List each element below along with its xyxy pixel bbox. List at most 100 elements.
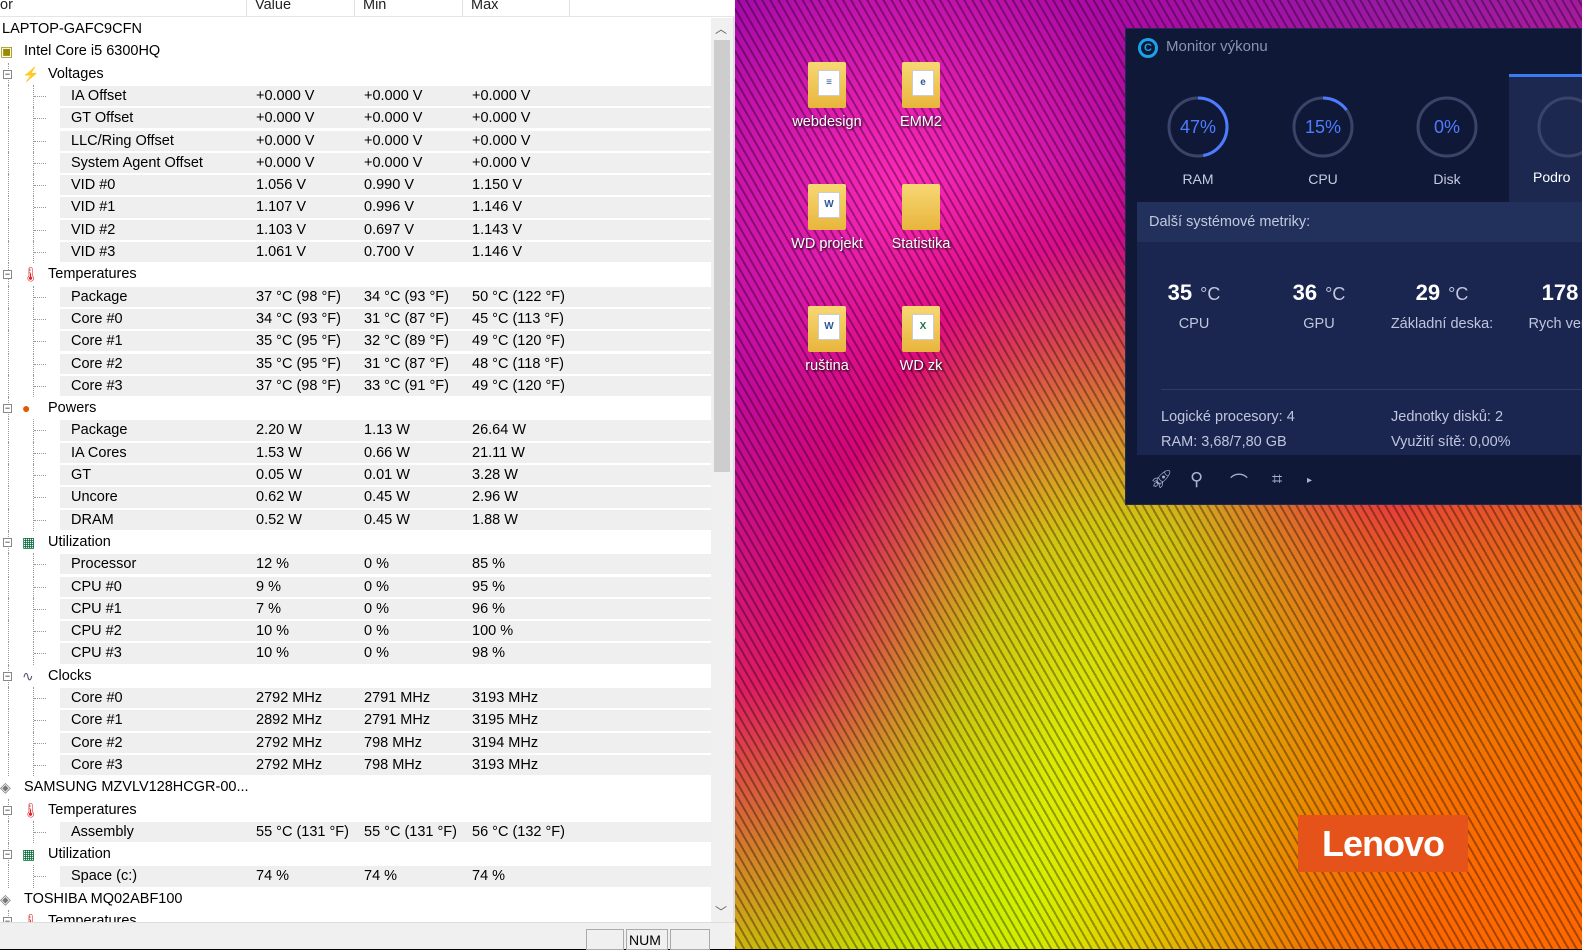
sensor-group-row[interactable]: − ⚡ Voltages — [0, 62, 711, 85]
temp-value: 178 — [1541, 280, 1579, 305]
sensor-row[interactable]: Processor 12 % 0 % 85 % — [0, 553, 711, 576]
sensor-name: Core #0 — [71, 690, 123, 706]
column-value[interactable]: Value — [247, 0, 355, 16]
num-lock-indicator: NUM — [626, 929, 668, 950]
desktop-icon-ruština[interactable]: Wruština — [781, 306, 873, 374]
sensor-group-row[interactable]: LAPTOP-GAFC9CFN — [0, 18, 711, 40]
details-tab[interactable]: Podro — [1509, 74, 1582, 202]
drive-icon: ◈ — [0, 779, 11, 796]
tree-line — [8, 107, 9, 130]
sensor-row[interactable]: CPU #3 10 % 0 % 98 % — [0, 642, 711, 665]
sensor-group-row[interactable]: − 🌡︎ Temperatures — [0, 798, 711, 821]
sensor-row[interactable]: Space (c:) 74 % 74 % 74 % — [0, 865, 711, 888]
sensor-row[interactable]: VID #1 1.107 V 0.996 V 1.146 V — [0, 196, 711, 219]
sensor-row[interactable]: Core #3 2792 MHz 798 MHz 3193 MHz — [0, 753, 711, 777]
network-usage: Využití sítě: 0,00% — [1391, 434, 1511, 450]
sensor-row[interactable]: Core #0 34 °C (93 °F) 31 °C (87 °F) 45 °C (… — [0, 307, 711, 331]
sensor-row[interactable]: VID #2 1.103 V 0.697 V 1.143 V — [0, 218, 711, 241]
sensor-value: 0.05 W — [256, 467, 302, 483]
tree-line — [34, 519, 46, 521]
column-min[interactable]: Min — [355, 0, 463, 16]
scroll-up-icon[interactable]: ︿ — [715, 20, 727, 37]
sensor-row[interactable]: GT Offset +0.000 V +0.000 V +0.000 V — [0, 107, 711, 130]
sensor-row[interactable]: Core #2 2792 MHz 798 MHz 3194 MHz — [0, 731, 711, 754]
sensor-group-row[interactable]: − ▦ Utilization — [0, 530, 711, 554]
sensor-row[interactable]: Core #1 35 °C (95 °F) 32 °C (89 °F) 49 °C (… — [0, 330, 711, 353]
sensor-row[interactable]: Package 2.20 W 1.13 W 26.64 W — [0, 419, 711, 442]
collapse-toggle-icon[interactable]: − — [3, 270, 12, 280]
sensor-row[interactable]: Assembly 55 °C (131 °F) 55 °C (131 °F) 56 °… — [0, 820, 711, 844]
temp-label: Základní deska: — [1390, 316, 1494, 332]
sensor-row[interactable]: IA Offset +0.000 V +0.000 V +0.000 V — [0, 84, 711, 108]
tree-line — [34, 742, 46, 744]
sensor-row[interactable]: VID #3 1.061 V 0.700 V 1.146 V — [0, 241, 711, 264]
desktop-icon-statistika[interactable]: Statistika — [875, 184, 967, 252]
column-max[interactable]: Max — [463, 0, 570, 16]
sensor-value: 1.103 V — [256, 221, 306, 238]
sensor-row[interactable]: Core #0 2792 MHz 2791 MHz 3193 MHz — [0, 687, 711, 710]
collapse-toggle-icon[interactable]: − — [3, 805, 12, 815]
scroll-thumb[interactable] — [714, 40, 730, 472]
search-icon[interactable]: ⚲ — [1190, 469, 1203, 490]
sensor-row[interactable]: CPU #1 7 % 0 % 96 % — [0, 597, 711, 621]
temp-unit: °C — [1448, 284, 1469, 304]
sensor-name: DRAM — [71, 511, 114, 528]
sensor-max: 3.28 W — [472, 467, 518, 483]
sensor-row[interactable]: IA Cores 1.53 W 0.66 W 21.11 W — [0, 441, 711, 464]
collapse-toggle-icon[interactable]: − — [3, 69, 12, 79]
collapse-toggle-icon[interactable]: − — [3, 537, 12, 547]
tree-line — [8, 486, 9, 509]
scroll-down-icon[interactable]: ﹀ — [715, 903, 727, 920]
sensor-row[interactable]: CPU #0 9 % 0 % 95 % — [0, 575, 711, 598]
temp-label: Rych ventil — [1528, 316, 1582, 332]
tree-line — [8, 330, 9, 353]
sensor-row[interactable]: VID #0 1.056 V 0.990 V 1.150 V — [0, 174, 711, 197]
sensor-group-row[interactable]: − 🌡︎ Temperatures — [0, 910, 711, 922]
sensor-group-row[interactable]: − 🌡︎ Temperatures — [0, 263, 711, 286]
crop-icon[interactable]: ⌗ — [1272, 469, 1282, 490]
vertical-scrollbar[interactable]: ︿ ﹀ — [711, 18, 733, 922]
sensor-row[interactable]: GT 0.05 W 0.01 W 3.28 W — [0, 464, 711, 487]
sensor-group-row[interactable]: ◈ SAMSUNG MZVLV128HCGR-00... — [0, 776, 711, 798]
tree-line — [34, 118, 46, 120]
sensor-group-row[interactable]: − ∿ Clocks — [0, 664, 711, 687]
sensor-group-row[interactable]: ◈ TOSHIBA MQ02ABF100 — [0, 888, 711, 910]
sensor-max: 3195 MHz — [472, 712, 539, 729]
desktop-icon-wd-projekt[interactable]: W WD projekt — [781, 184, 873, 252]
desktop-icon-wd-zk[interactable]: X WD zk — [875, 306, 967, 374]
folder-doc-icon: ≡ — [808, 62, 846, 108]
desktop-icon-emm2[interactable]: e EMM2 — [875, 62, 967, 130]
sensor-row[interactable]: LLC/Ring Offset +0.000 V +0.000 V +0.000 V — [0, 129, 711, 152]
sensor-row[interactable]: Package 37 °C (98 °F) 34 °C (93 °F) 50 °C (… — [0, 285, 711, 308]
sensor-row[interactable]: Core #3 37 °C (98 °F) 33 °C (91 °F) 49 °C (… — [0, 374, 711, 398]
sensor-row[interactable]: System Agent Offset +0.000 V +0.000 V +0.00… — [0, 151, 711, 175]
sensor-name: VID #2 — [71, 221, 116, 238]
collapse-toggle-icon[interactable]: − — [3, 671, 12, 681]
sensor-name: Temperatures — [48, 913, 137, 922]
sensor-min: 0.700 V — [364, 244, 414, 260]
collapse-toggle-icon[interactable]: − — [3, 404, 12, 414]
sensor-group-row[interactable]: − ● Powers — [0, 397, 711, 420]
tree-line — [8, 731, 9, 754]
speedometer-icon[interactable]: ⌒ — [1230, 469, 1248, 495]
clock-icon: ∿ — [22, 667, 34, 684]
sensor-min: 0 % — [364, 623, 389, 640]
collapse-toggle-icon[interactable]: − — [3, 850, 12, 860]
tree-line — [34, 608, 46, 610]
more-arrow-icon[interactable]: ▸ — [1307, 475, 1312, 486]
sensor-row[interactable]: DRAM 0.52 W 0.45 W 1.88 W — [0, 508, 711, 531]
sensor-row[interactable]: CPU #2 10 % 0 % 100 % — [0, 620, 711, 643]
rocket-boost-icon[interactable]: 🚀︎ — [1150, 469, 1173, 490]
tree-line — [34, 318, 46, 320]
sensor-row[interactable]: Uncore 0.62 W 0.45 W 2.96 W — [0, 486, 711, 509]
tree-line — [34, 631, 46, 633]
desktop-icon-webdesign[interactable]: ≡ webdesign — [781, 62, 873, 130]
sensor-min: 33 °C (91 °F) — [364, 377, 449, 394]
sensor-group-row[interactable]: ▣ Intel Core i5 6300HQ — [0, 40, 711, 62]
sensor-row[interactable]: Core #1 2892 MHz 2791 MHz 3195 MHz — [0, 709, 711, 732]
sensor-group-row[interactable]: − ▦ Utilization — [0, 843, 711, 866]
column-sensor[interactable]: or — [0, 0, 247, 16]
sensor-min: +0.000 V — [364, 154, 423, 171]
tree-line — [34, 341, 46, 343]
sensor-row[interactable]: Core #2 35 °C (95 °F) 31 °C (87 °F) 48 °C (… — [0, 352, 711, 375]
